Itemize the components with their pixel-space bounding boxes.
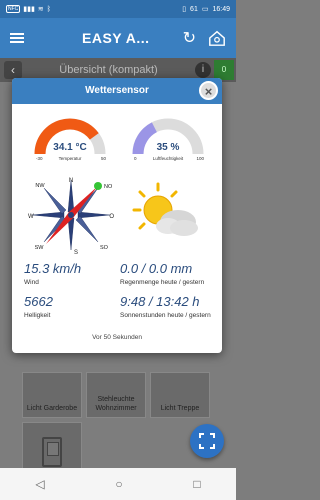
battery-icon: ▭ [201, 6, 209, 13]
wind-label: Wind [24, 279, 39, 286]
compass-o: O [109, 214, 114, 220]
battery-level: 61 [190, 5, 198, 13]
brightness-value: 5662 [24, 294, 53, 309]
dialog-title: Wettersensor [12, 78, 222, 104]
close-button[interactable]: × [199, 81, 218, 100]
app-title: EASY A... [82, 30, 150, 46]
tile-licht-garderobe[interactable]: Licht Garderobe [22, 372, 82, 418]
partly-cloudy-icon [132, 182, 198, 236]
humidity-gauge: 35 % 0 Luftfeuchtigkeit 100 [130, 118, 206, 168]
last-update: Vor 50 Sekunden [92, 334, 142, 341]
humidity-max: 100 [196, 156, 204, 161]
rain-label: Regenmenge heute / gestern [120, 279, 205, 286]
weather-sensor-dialog: Wettersensor × 34.1 °C -30 Temperatur 50… [12, 78, 222, 353]
compass-so: SO [100, 245, 109, 251]
fullscreen-button[interactable] [190, 424, 224, 458]
nfc-badge: NFC [6, 5, 21, 13]
temperature-caption: Temperatur [58, 156, 82, 161]
signal-icon: ▮▮▮ [23, 6, 35, 13]
compass-no: NO [104, 184, 113, 190]
tile-label: Licht Garderobe [26, 405, 78, 412]
compass-nw: NW [35, 183, 45, 189]
wifi-icon: ≋ [37, 6, 44, 13]
recents-nav-icon[interactable]: □ [193, 477, 200, 491]
home-nav-icon[interactable]: ○ [115, 477, 122, 491]
sunshine-value: 9:48 / 13:42 h [120, 294, 200, 309]
vibrate-icon: ▯ [182, 6, 187, 13]
view-title: Übersicht (kompakt) [59, 64, 158, 76]
system-nav-bar: ◁ ○ □ [0, 468, 236, 500]
rain-value: 0.0 / 0.0 mm [120, 261, 193, 276]
humidity-caption: Luftfeuchtigkeit [152, 156, 184, 161]
bluetooth-icon: ᛒ [46, 5, 51, 13]
clock: 16:49 [212, 5, 230, 13]
back-nav-icon[interactable]: ◁ [35, 477, 44, 491]
temperature-max: 50 [100, 156, 106, 161]
app-bar: EASY A... ↻ [0, 18, 236, 58]
compass-s: S [74, 250, 78, 256]
tile-label: Licht Treppe [160, 405, 200, 412]
brightness-label: Helligkeit [24, 312, 51, 319]
back-button[interactable]: ‹ [4, 61, 22, 79]
menu-icon[interactable] [10, 31, 24, 45]
compass-sw: SW [35, 245, 45, 251]
status-bar: NFC ▮▮▮ ≋ ᛒ ▯ 61 ▭ 16:49 [0, 0, 236, 18]
compass-w: W [28, 214, 34, 220]
temperature-value: 34.1 °C [53, 142, 87, 153]
status-count: 0 [214, 60, 234, 80]
wind-value: 15.3 km/h [24, 261, 82, 276]
fullscreen-icon [199, 433, 215, 449]
smart-home-icon[interactable] [208, 29, 226, 47]
tile-stehleuchte-wohnzimmer[interactable]: Stehleuchte Wohnzimmer [86, 372, 146, 418]
temperature-gauge: 34.1 °C -30 Temperatur 50 [32, 118, 108, 168]
tile-licht-treppe[interactable]: Licht Treppe [150, 372, 210, 418]
tile-label: Stehleuchte Wohnzimmer [95, 396, 137, 412]
sunshine-label: Sonnenstunden heute / gestern [120, 312, 211, 319]
humidity-value: 35 % [156, 142, 180, 153]
compass-n: N [69, 178, 73, 184]
wind-compass: N NO O SO S SW W NW [28, 178, 114, 256]
switch-icon [42, 437, 62, 467]
info-icon[interactable]: i [195, 62, 211, 78]
refresh-icon[interactable]: ↻ [183, 28, 196, 48]
